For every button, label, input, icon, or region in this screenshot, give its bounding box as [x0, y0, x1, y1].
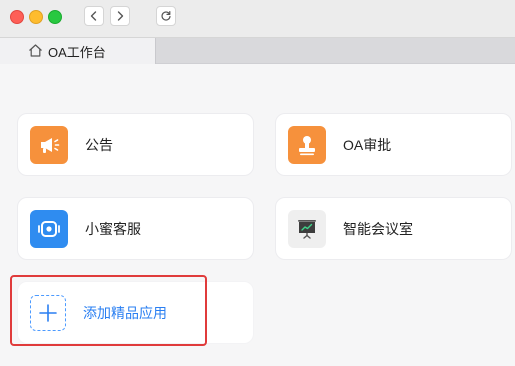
add-app-card[interactable]: 添加精品应用 — [17, 281, 254, 344]
customer-service-icon — [30, 209, 68, 248]
forward-button[interactable] — [110, 6, 130, 26]
tab-label: OA工作台 — [48, 44, 106, 60]
add-app-label: 添加精品应用 — [83, 304, 167, 321]
tab-oa-workbench[interactable]: OA工作台 — [0, 38, 156, 64]
minimize-window-button[interactable] — [29, 10, 43, 24]
workbench-content: 公告 OA审批 小蜜客服 智能会议室 添加精品应用 — [0, 64, 515, 366]
plus-icon — [30, 294, 66, 331]
chevron-right-icon — [117, 11, 124, 21]
back-button[interactable] — [84, 6, 104, 26]
reload-button[interactable] — [156, 6, 176, 26]
window-titlebar — [0, 0, 515, 38]
reload-icon — [161, 11, 171, 21]
app-card-oa-approval[interactable]: OA审批 — [275, 113, 512, 176]
app-label: 智能会议室 — [343, 220, 413, 237]
presentation-board-icon — [288, 209, 326, 248]
app-label: OA审批 — [343, 136, 392, 153]
zoom-window-button[interactable] — [48, 10, 62, 24]
app-label: 小蜜客服 — [85, 220, 141, 237]
close-window-button[interactable] — [10, 10, 24, 24]
chevron-left-icon — [90, 11, 97, 21]
tab-bar: OA工作台 — [0, 38, 515, 64]
app-card-announcement[interactable]: 公告 — [17, 113, 254, 176]
home-icon — [29, 44, 42, 57]
stamp-icon — [288, 125, 326, 164]
megaphone-icon — [30, 125, 68, 164]
app-label: 公告 — [85, 136, 113, 153]
app-card-smart-meeting-room[interactable]: 智能会议室 — [275, 197, 512, 260]
app-card-customer-service[interactable]: 小蜜客服 — [17, 197, 254, 260]
